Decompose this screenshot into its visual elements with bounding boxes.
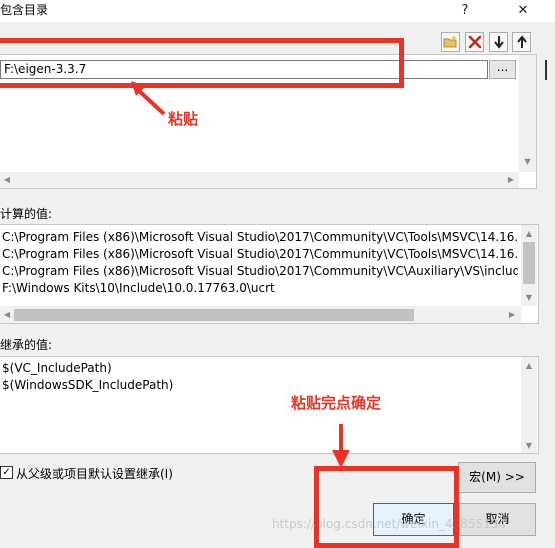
inherited-value-line: $(VC_IncludePath) xyxy=(2,361,112,375)
inherited-value-line: $(WindowsSDK_IncludePath) xyxy=(2,378,174,392)
folder-star-icon xyxy=(443,35,457,48)
scroll-up-arrow-icon[interactable]: ▲ xyxy=(521,360,537,372)
new-line-button[interactable] xyxy=(441,32,460,52)
annotation-arrow-icon xyxy=(131,81,166,116)
arrow-down-icon xyxy=(493,36,504,49)
computed-vscroll-thumb[interactable] xyxy=(523,242,535,284)
move-down-button[interactable] xyxy=(489,32,508,52)
computed-hscroll-thumb[interactable] xyxy=(14,309,414,321)
macro-button[interactable]: 宏(M) >> xyxy=(458,462,536,493)
annotation-highlight-box xyxy=(0,38,404,88)
browse-button[interactable]: ... xyxy=(489,60,516,79)
path-list-hscrollbar[interactable] xyxy=(0,172,519,188)
scroll-down-arrow-icon[interactable]: ▼ xyxy=(521,440,537,452)
clipped-edge-mark xyxy=(545,60,547,80)
scroll-right-arrow-icon[interactable]: ▶ xyxy=(506,174,516,186)
scroll-up-arrow-icon[interactable]: ▲ xyxy=(521,228,537,240)
path-list-vscrollbar[interactable] xyxy=(519,55,536,172)
annotation-arrow-down-icon xyxy=(332,424,350,468)
move-up-button[interactable] xyxy=(512,32,531,52)
arrow-up-icon xyxy=(516,35,527,48)
close-button[interactable]: ✕ xyxy=(506,0,540,22)
inherit-checkbox[interactable]: ✓ xyxy=(0,466,13,479)
computed-value-line: C:\Program Files (x86)\Microsoft Visual … xyxy=(2,230,518,244)
computed-values-label: 计算的值: xyxy=(0,207,53,221)
annotation-ok-box xyxy=(314,466,459,548)
scroll-left-arrow-icon[interactable]: ◀ xyxy=(2,309,12,321)
inherit-checkbox-label: 从父级或项目默认设置继承(I) xyxy=(16,467,173,481)
annotation-paste-label: 粘贴 xyxy=(168,110,199,128)
delete-line-button[interactable] xyxy=(465,32,484,52)
delete-x-icon xyxy=(468,35,481,49)
annotation-paste-ok-label: 粘贴完点确定 xyxy=(291,394,382,412)
computed-value-line: F:\Windows Kits\10\Include\10.0.17763.0\… xyxy=(2,281,275,295)
scroll-right-arrow-icon[interactable]: ▶ xyxy=(507,309,517,321)
computed-value-line: C:\Program Files (x86)\Microsoft Visual … xyxy=(2,247,518,261)
scroll-down-arrow-icon[interactable]: ▼ xyxy=(519,156,536,168)
inherited-values-label: 继承的值: xyxy=(0,338,53,352)
scroll-left-arrow-icon[interactable]: ◀ xyxy=(2,174,12,186)
computed-value-line: C:\Program Files (x86)\Microsoft Visual … xyxy=(2,264,518,278)
window-title: 包含目录 xyxy=(0,3,49,17)
scroll-down-arrow-icon[interactable]: ▼ xyxy=(521,292,537,304)
help-button[interactable]: ? xyxy=(448,0,482,22)
